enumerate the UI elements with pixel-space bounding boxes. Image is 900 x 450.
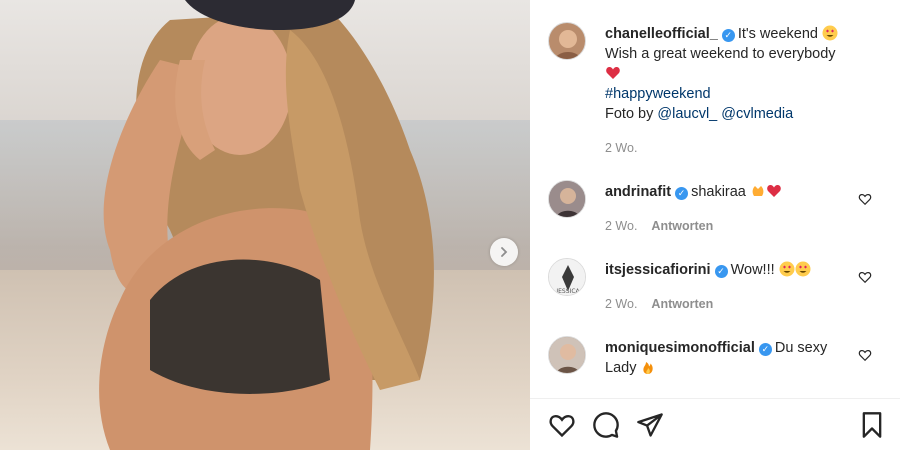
- comment-text: Du sexy: [774, 340, 828, 356]
- caption-hashtag[interactable]: #happyweekend: [605, 84, 850, 104]
- comment-username[interactable]: moniquesimonofficial: [605, 340, 755, 356]
- avatar[interactable]: [548, 22, 586, 60]
- comment-icon[interactable]: [592, 411, 620, 439]
- caption-time: 2 Wo.: [605, 141, 638, 155]
- post-photo[interactable]: [0, 0, 530, 450]
- mention-link[interactable]: @cvlmedia: [721, 106, 793, 122]
- svg-text:JESSICA: JESSICA: [555, 288, 580, 295]
- caption-text: chanelleofficial_ ✓ It's weekend Wish a gr…: [605, 24, 850, 158]
- next-image-button[interactable]: [490, 238, 518, 266]
- comment-username[interactable]: andrinafit: [605, 184, 671, 200]
- reply-button[interactable]: Antworten: [651, 297, 713, 311]
- verified-badge-icon: ✓: [758, 342, 772, 356]
- red-heart-emoji-icon: [767, 184, 781, 197]
- bookmark-icon[interactable]: [858, 411, 886, 439]
- share-icon[interactable]: [636, 411, 664, 439]
- caption-username[interactable]: chanelleofficial_: [605, 26, 718, 42]
- comment-text: Wow!!!: [730, 262, 775, 278]
- verified-badge-icon: ✓: [721, 28, 735, 42]
- heart-eyes-emoji-icon: [822, 25, 838, 41]
- fire-emoji-icon: [643, 362, 654, 374]
- heart-icon[interactable]: [548, 411, 576, 439]
- reply-button[interactable]: Antworten: [651, 219, 713, 233]
- caption-line2: Wish a great weekend to everybody: [605, 46, 836, 62]
- comment-text: shakiraa: [691, 184, 746, 200]
- caption-line1: It's weekend: [737, 26, 818, 42]
- photo-figure: [99, 0, 434, 450]
- comment-text-cont: Lady: [605, 360, 637, 376]
- post-action-bar: [530, 398, 900, 450]
- heart-eyes-emoji-icon: [779, 261, 795, 277]
- avatar[interactable]: [548, 336, 586, 374]
- mention-link[interactable]: @laucvl_: [657, 106, 717, 122]
- like-comment-heart-icon[interactable]: [858, 348, 872, 362]
- comment-time: 2 Wo.: [605, 219, 638, 233]
- comment-username[interactable]: itsjessicafiorini: [605, 262, 711, 278]
- clapping-hands-emoji-icon: [752, 186, 764, 196]
- red-heart-emoji-icon: [606, 66, 620, 79]
- like-comment-heart-icon[interactable]: [858, 192, 872, 206]
- like-comment-heart-icon[interactable]: [858, 270, 872, 284]
- caption-credit: Foto by: [605, 106, 654, 122]
- heart-eyes-emoji-icon: [795, 261, 811, 277]
- verified-badge-icon: ✓: [675, 186, 689, 200]
- verified-badge-icon: ✓: [714, 264, 728, 278]
- avatar[interactable]: JESSICA: [548, 258, 586, 296]
- avatar[interactable]: [548, 180, 586, 218]
- comment-time: 2 Wo.: [605, 297, 638, 311]
- comments-panel: chanelleofficial_ ✓ It's weekend Wish a gr…: [530, 0, 900, 450]
- chevron-right-icon: [501, 247, 508, 257]
